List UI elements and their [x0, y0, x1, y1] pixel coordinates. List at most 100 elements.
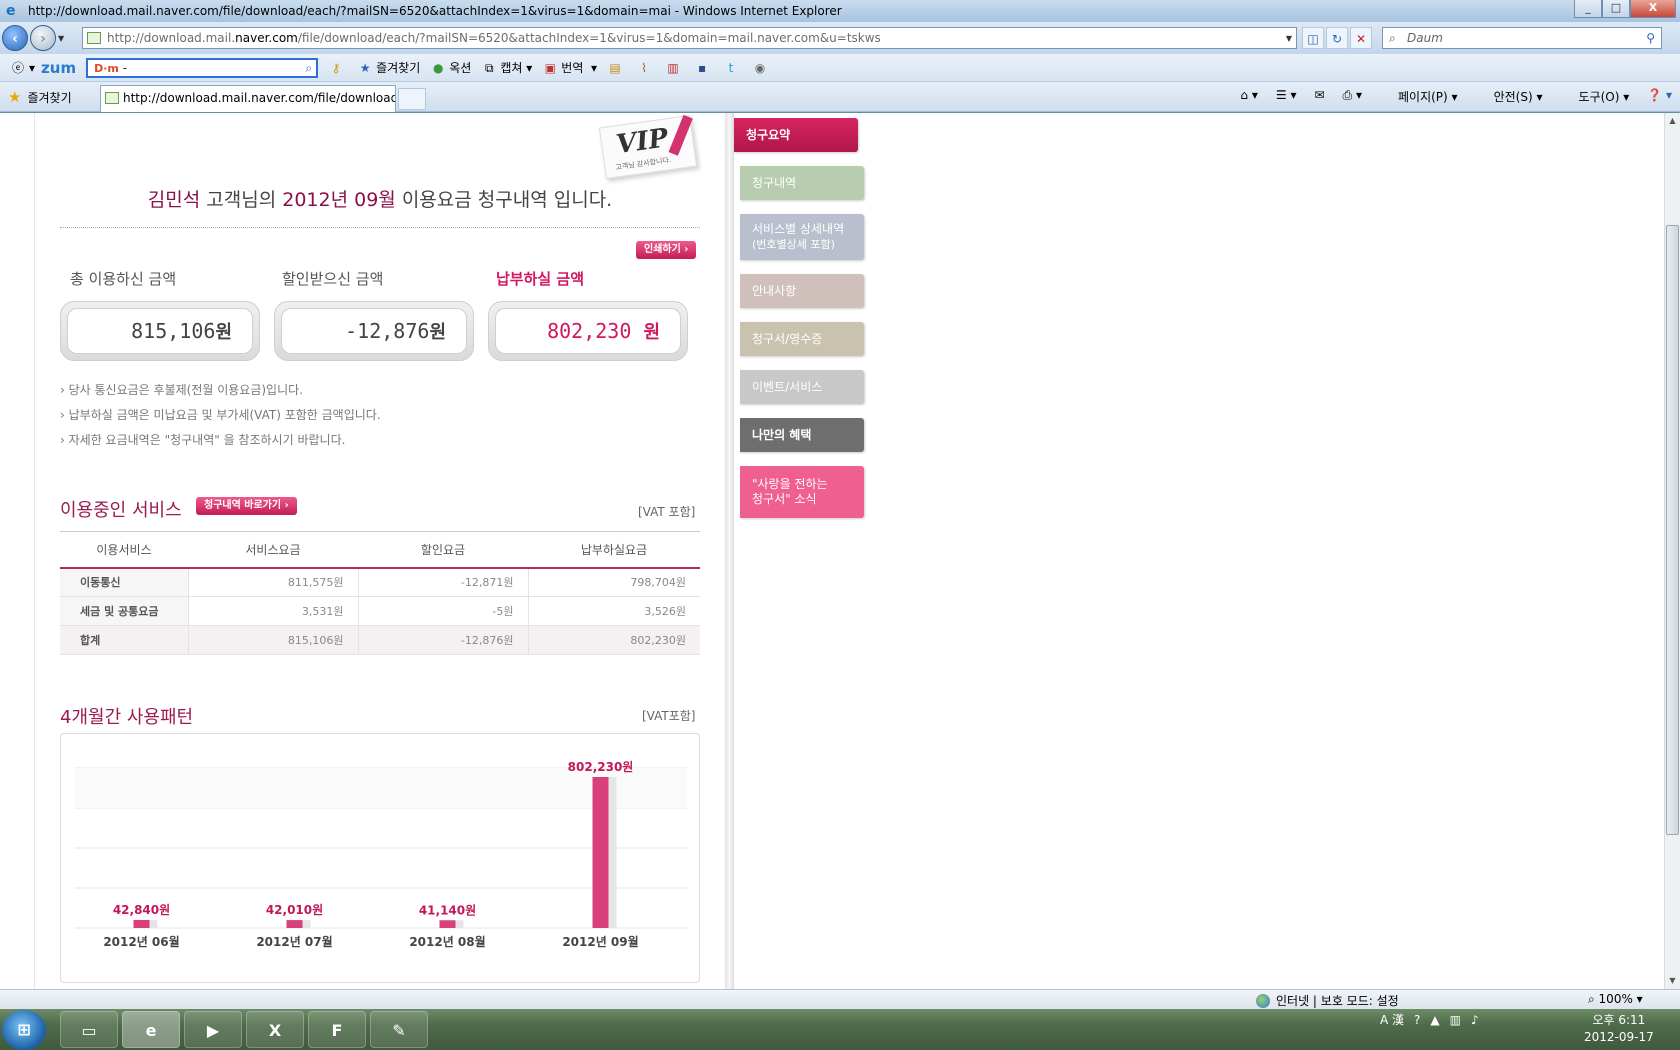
save-icon[interactable]: ▪ [694, 60, 713, 76]
windows-taskbar: ⊞ ▭ e ▶ X F ✎ A 漢 ? ▲ ▥ ♪ 오후 6:11 2012-0… [0, 1009, 1680, 1050]
daum-logo: D·m [94, 61, 119, 75]
system-clock[interactable]: 오후 6:11 2012-09-17 [1584, 1012, 1654, 1046]
menu-bill-details[interactable]: 청구내역 [740, 166, 864, 200]
globe-icon [1256, 993, 1270, 1008]
menu-invoice-receipt[interactable]: 청구서/영수증 [740, 322, 864, 356]
translate-icon: ▣ [544, 60, 556, 75]
new-tab-button[interactable] [398, 88, 426, 110]
game-taskbar-icon[interactable]: F [308, 1011, 366, 1048]
daum-search-input[interactable]: D·m - ⌕ [86, 57, 319, 78]
settings-icon[interactable]: ◉ [752, 60, 771, 76]
forward-button[interactable]: › [30, 25, 56, 51]
scroll-up-icon[interactable]: ▲ [1665, 113, 1680, 129]
excel-taskbar-icon[interactable]: X [246, 1011, 304, 1048]
ime-indicator[interactable]: A 漢 [1380, 1011, 1404, 1028]
ie-menu-icon[interactable]: ⓔ ▾ [10, 60, 35, 76]
favorites-star-icon: ★ [8, 88, 22, 106]
billing-detail-button[interactable]: 청구내역 바로가기 › [196, 497, 297, 515]
scroll-thumb[interactable] [1666, 225, 1679, 835]
tools-menu[interactable]: 도구(O) ▾ [1560, 88, 1629, 105]
menu-bill-summary[interactable]: 청구요약 [734, 118, 858, 152]
favorites-button[interactable]: ★ 즐겨찾기 [8, 88, 72, 106]
auction-button[interactable]: ● 옥션 [430, 59, 471, 76]
window-title: http://download.mail.naver.com/file/down… [28, 4, 842, 18]
note-icon[interactable]: ▤ [607, 60, 626, 76]
bar-shadow [455, 920, 464, 928]
explorer-taskbar-icon[interactable]: ▭ [60, 1011, 118, 1048]
menu-notice[interactable]: 안내사항 [740, 274, 864, 308]
bookmark-icon[interactable]: ▥ [665, 60, 684, 76]
bar-value-label: 802,230원 [568, 760, 634, 774]
bar [286, 920, 303, 928]
minimize-button[interactable]: _ [1574, 0, 1602, 18]
capture-button[interactable]: ⧉ 캡쳐 ▾ [481, 59, 532, 76]
address-bar[interactable]: http://download.mail.naver.com/file/down… [82, 27, 1297, 49]
broom-icon[interactable]: ⌇ [636, 60, 655, 76]
back-button[interactable]: ‹ [2, 25, 28, 51]
media-player-taskbar-icon[interactable]: ▶ [184, 1011, 242, 1048]
table-row: 세금 및 공통요금 3,531원 -5원 3,526원 [60, 596, 700, 626]
print-button[interactable]: 인쇄하기 › [636, 241, 697, 259]
system-tray: A 漢 ? ▲ ▥ ♪ [1380, 1011, 1489, 1028]
volume-icon[interactable]: ♪ [1471, 1013, 1479, 1027]
zoom-level[interactable]: ⌕ 100% ▾ [1588, 992, 1643, 1007]
vip-badge: VIP 고객님 감사합니다. [598, 114, 698, 180]
history-dropdown-icon[interactable]: ▼ [58, 34, 70, 43]
menu-my-benefits[interactable]: 나만의 혜택 [740, 418, 864, 452]
daum-search-icon[interactable]: ⌕ [305, 60, 312, 76]
help-tray-icon[interactable]: ? [1414, 1013, 1420, 1027]
show-hidden-icons[interactable]: ▲ [1430, 1013, 1439, 1027]
command-bar: ⌂ ▾ ☰ ▾ ✉ ⎙ ▾ 페이지(P) ▾ 안전(S) ▾ 도구(O) ▾ ❓… [1222, 88, 1672, 105]
left-border [34, 113, 35, 989]
menu-love-news[interactable]: "사랑을 전하는 청구서" 소식 [740, 466, 864, 518]
internet-explorer-taskbar-icon[interactable]: e [122, 1011, 180, 1048]
mail-icon[interactable]: ✉ [1314, 88, 1324, 105]
customer-name: 김민석 [147, 189, 201, 211]
page-menu[interactable]: 페이지(P) ▾ [1380, 88, 1458, 105]
feeds-icon[interactable]: ☰ ▾ [1276, 88, 1297, 105]
status-bar: 인터넷 | 보호 모드: 설정 ⌕ 100% ▾ [0, 989, 1680, 1009]
page-icon [87, 32, 101, 44]
toolbar-favorites-button[interactable]: ★ 즐겨찾기 [357, 59, 421, 76]
home-icon[interactable]: ⌂ ▾ [1240, 88, 1257, 105]
address-dropdown-icon[interactable]: ▼ [1286, 34, 1292, 43]
note-1: › 당사 통신요금은 후불제(전월 이용요금)입니다. [60, 383, 303, 397]
key-icon[interactable]: ⚷ [328, 60, 347, 76]
twitter-icon[interactable]: t [723, 60, 742, 76]
usage-title: 4개월간 사용패턴 [60, 707, 194, 728]
zum-logo[interactable]: zum [41, 59, 76, 77]
start-button[interactable]: ⊞ [2, 1010, 46, 1050]
bar [439, 920, 456, 928]
menu-service-details[interactable]: 서비스별 상세내역 (번호별상세 포함) [740, 214, 864, 260]
compatibility-icon[interactable]: ◫ [1302, 27, 1324, 49]
security-zone[interactable]: 인터넷 | 보호 모드: 설정 [1256, 992, 1399, 1009]
vip-ribbon [668, 114, 693, 156]
vertical-scrollbar[interactable]: ▲ ▼ [1664, 113, 1680, 989]
paint-taskbar-icon[interactable]: ✎ [370, 1011, 428, 1048]
bar [592, 776, 609, 928]
print-icon[interactable]: ⎙ ▾ [1343, 88, 1362, 105]
translate-button[interactable]: ▣ 번역 ▾ [542, 59, 597, 76]
menu-events-services[interactable]: 이벤트/서비스 [740, 370, 864, 404]
search-icon[interactable]: ⚲ [1646, 28, 1655, 48]
tab-current[interactable]: http://download.mail.naver.com/file/down… [100, 85, 396, 112]
safety-menu[interactable]: 안전(S) ▾ [1476, 88, 1543, 105]
search-input[interactable]: ⌕ Daum ⚲ [1382, 27, 1662, 49]
bar-value-label: 41,140원 [419, 903, 476, 917]
close-button[interactable]: X [1630, 0, 1676, 18]
bar-shadow [149, 919, 158, 928]
help-icon[interactable]: ❓ ▾ [1647, 88, 1672, 105]
network-icon[interactable]: ▥ [1450, 1013, 1461, 1027]
table-header-row: 이용서비스 서비스요금 할인요금 납부하실요금 [60, 531, 700, 569]
maximize-button[interactable]: □ [1602, 0, 1630, 18]
navigation-icons: ◫ ↻ ✕ [1302, 27, 1374, 49]
usage-chart-svg: 42,840원 2012년 06월 42,010원 2012년 07월 41,140원 2… [75, 760, 687, 949]
address-url[interactable]: http://download.mail.naver.com/file/down… [107, 31, 881, 45]
stop-icon[interactable]: ✕ [1350, 27, 1372, 49]
tab-title: http://download.mail.naver.com/file/down… [123, 91, 396, 105]
scroll-down-icon[interactable]: ▼ [1665, 973, 1680, 989]
discount-amount-label: 할인받으신 금액 [282, 270, 384, 288]
table-total-row: 합계 815,106원 -12,876원 802,230원 [60, 625, 700, 655]
refresh-icon[interactable]: ↻ [1326, 27, 1348, 49]
bar-shadow [302, 920, 311, 928]
